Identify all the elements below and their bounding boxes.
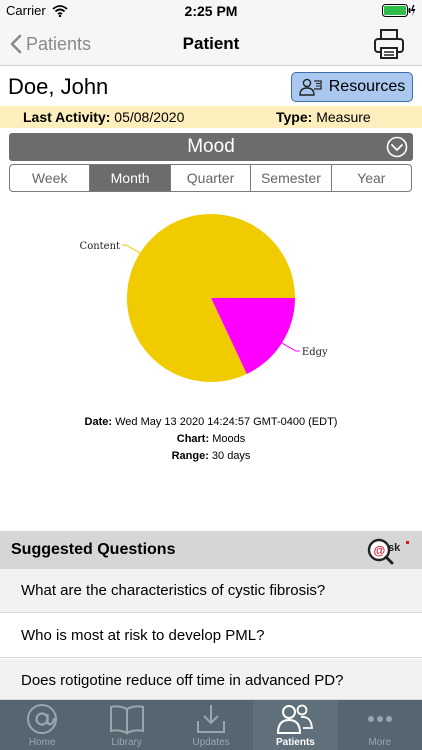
activity-type: Type: Measure	[276, 109, 371, 125]
svg-text:@: @	[374, 544, 386, 558]
clock-time: 2:25 PM	[184, 3, 238, 19]
ask-search-icon[interactable]: @ sk	[366, 537, 412, 570]
chart-date-label: Date:	[84, 416, 113, 428]
status-bar: Carrier 2:25 PM	[0, 0, 422, 22]
tab-library[interactable]: Library	[84, 700, 168, 750]
chart-name-label: Chart:	[176, 433, 210, 445]
pie-leader-line	[281, 342, 300, 352]
activity-bar: Last Activity: 05/08/2020 Type: Measure	[0, 106, 422, 128]
navigation-bar: Patients Patient	[0, 22, 422, 66]
people-icon	[253, 703, 337, 735]
period-segmented-control: Week Month Quarter Semester Year	[9, 164, 412, 192]
people-icon	[299, 78, 322, 96]
suggested-question-item[interactable]: What are the characteristics of cystic f…	[0, 569, 422, 613]
ellipsis-icon	[338, 703, 422, 735]
print-button[interactable]	[372, 27, 406, 66]
chart-name-value: Moods	[212, 433, 246, 445]
period-quarter[interactable]: Quarter	[171, 165, 252, 191]
measure-title: Mood	[187, 136, 235, 157]
tab-updates-label: Updates	[192, 737, 230, 748]
at-sign-icon	[0, 703, 84, 735]
printer-icon	[374, 29, 404, 59]
period-semester[interactable]: Semester	[251, 165, 332, 191]
period-month[interactable]: Month	[90, 165, 171, 191]
tab-more[interactable]: More	[338, 700, 422, 750]
suggested-question-item[interactable]: Does rotigotine reduce off time in advan…	[0, 659, 422, 700]
chart-range-value: 30 days	[211, 450, 251, 462]
pie-label-content: Content	[80, 241, 121, 252]
chart-range: Range: 30 days	[0, 450, 422, 462]
download-icon	[169, 703, 253, 735]
chart-range-label: Range:	[171, 450, 209, 462]
chart-date-value: Wed May 13 2020 14:24:57 GMT-0400 (EDT)	[115, 416, 338, 428]
patient-name: Doe, John	[8, 74, 109, 99]
suggested-questions-header: Suggested Questions @ sk	[0, 531, 422, 569]
pie-label-edgy: Edgy	[302, 347, 328, 358]
tab-library-label: Library	[111, 737, 142, 748]
period-year[interactable]: Year	[332, 165, 411, 191]
measure-selector[interactable]: Mood	[9, 133, 413, 161]
last-activity-value: 05/08/2020	[114, 109, 185, 125]
pie-leader-line	[122, 244, 141, 254]
resources-button-label: Resources	[328, 78, 406, 95]
tab-updates[interactable]: Updates	[169, 700, 253, 750]
app-screen: Carrier 2:25 PM Patients Patient Doe, Jo…	[0, 0, 422, 750]
last-activity-label: Last Activity:	[23, 109, 111, 125]
last-activity: Last Activity: 05/08/2020	[23, 109, 184, 125]
suggested-questions-title: Suggested Questions	[11, 541, 176, 558]
tab-patients[interactable]: Patients	[253, 700, 338, 750]
tab-home-label: Home	[28, 737, 56, 748]
chevron-down-circle-icon	[386, 136, 408, 158]
chart-name: Chart: Moods	[0, 433, 422, 445]
suggested-question-text: What are the characteristics of cystic f…	[21, 582, 326, 599]
tab-home[interactable]: Home	[0, 700, 84, 750]
suggested-question-item[interactable]: Who is most at risk to develop PML?	[0, 614, 422, 658]
suggested-question-text: Does rotigotine reduce off time in advan…	[21, 672, 344, 689]
activity-type-label: Type:	[276, 109, 313, 125]
page-title: Patient	[182, 34, 240, 53]
book-icon	[84, 703, 168, 735]
tab-more-label: More	[368, 737, 392, 748]
svg-text:sk: sk	[388, 542, 401, 554]
battery-icon	[382, 4, 416, 22]
period-week[interactable]: Week	[10, 165, 91, 191]
tab-patients-label: Patients	[275, 737, 315, 748]
resources-button[interactable]: Resources	[291, 72, 413, 102]
tab-bar: Home Library Updates Patients More	[0, 700, 422, 750]
suggested-question-text: Who is most at risk to develop PML?	[21, 627, 265, 644]
mood-pie-chart: Edgy Content	[80, 214, 328, 382]
chart-date: Date: Wed May 13 2020 14:24:57 GMT-0400 …	[0, 416, 422, 428]
activity-type-value: Measure	[316, 109, 371, 125]
